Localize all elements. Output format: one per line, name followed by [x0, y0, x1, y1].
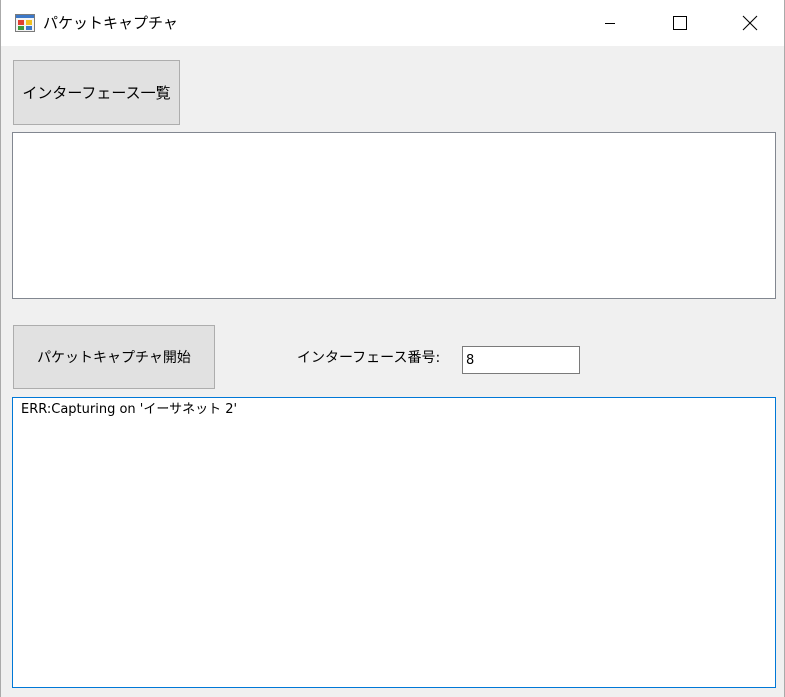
close-button[interactable]: [727, 0, 773, 46]
maximize-button[interactable]: [657, 0, 703, 46]
app-window: パケットキャプチャ インターフェース一覧 パケットキャプチャ開始 インターフェー…: [0, 0, 785, 697]
interface-number-input[interactable]: [462, 346, 580, 374]
interface-number-label: インターフェース番号:: [297, 350, 441, 366]
window-title: パケットキャプチャ: [43, 14, 178, 32]
close-icon: [742, 15, 758, 31]
capture-output-textbox[interactable]: ERR:Capturing on 'イーサネット 2': [12, 397, 776, 688]
list-interfaces-label: インターフェース一覧: [22, 84, 171, 102]
interfaces-listbox[interactable]: [12, 132, 776, 299]
form-icon: [15, 14, 35, 32]
maximize-icon: [673, 16, 687, 30]
minimize-icon: [605, 23, 615, 24]
title-bar[interactable]: パケットキャプチャ: [1, 0, 784, 46]
minimize-button[interactable]: [587, 0, 633, 46]
start-capture-button[interactable]: パケットキャプチャ開始: [13, 325, 215, 389]
list-interfaces-button[interactable]: インターフェース一覧: [13, 60, 180, 125]
start-capture-label: パケットキャプチャ開始: [37, 350, 191, 366]
